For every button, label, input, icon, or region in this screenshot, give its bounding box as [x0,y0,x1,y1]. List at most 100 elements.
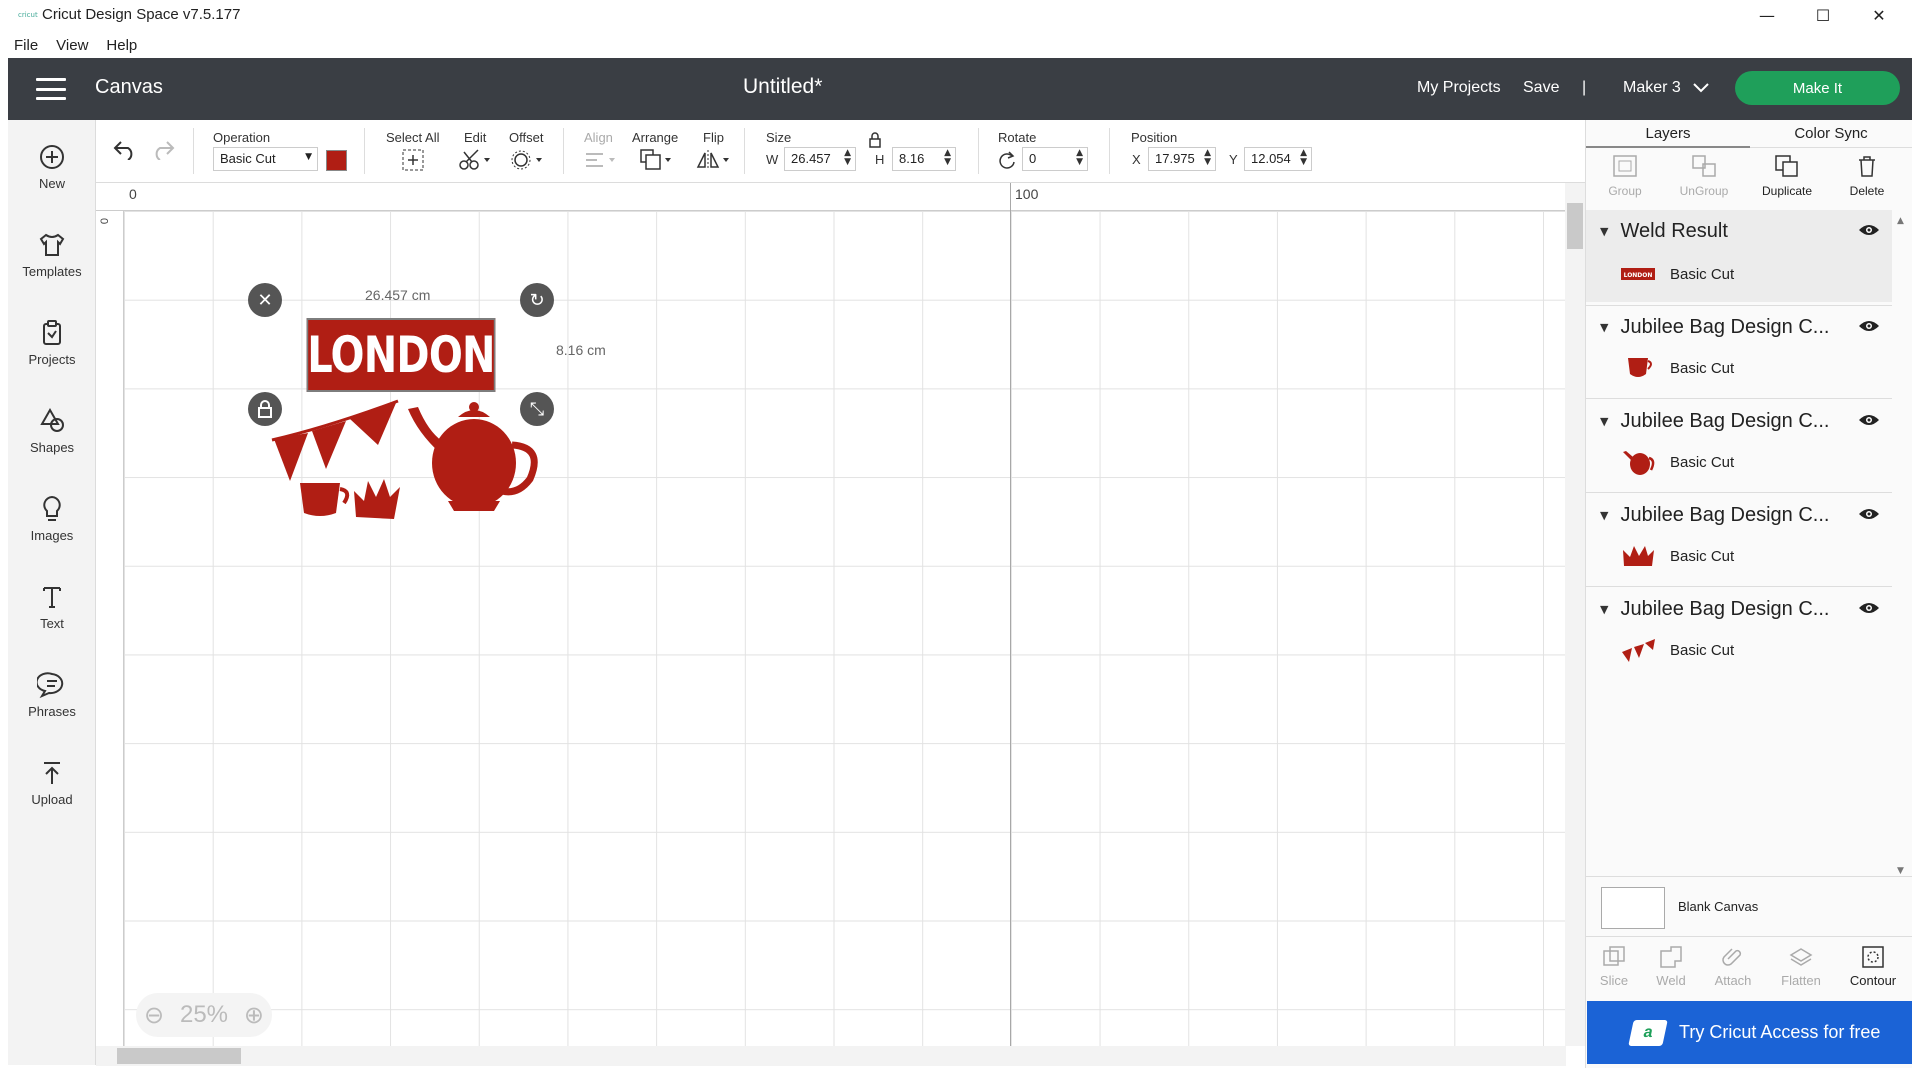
eye-icon[interactable] [1858,600,1880,616]
sidebar-item-phrases[interactable]: Phrases [8,652,96,736]
maximize-button[interactable]: ☐ [1795,0,1851,30]
layer-operation: Basic Cut [1670,642,1735,659]
layer-name: Jubilee Bag Design C... [1620,409,1830,432]
layer-group-header[interactable]: ▼ Jubilee Bag Design C... [1586,400,1892,442]
crown-shape [354,479,400,519]
menu-help[interactable]: Help [106,37,137,54]
caret-down-icon[interactable]: ▼ [1600,225,1608,238]
eye-icon[interactable] [1858,318,1880,334]
position-x-input[interactable]: 17.975 ▲ ▼ [1148,147,1216,171]
contour-button[interactable]: Contour [1842,945,1904,988]
sidebar-item-text[interactable]: Text [8,564,96,648]
eye-icon[interactable] [1858,222,1880,238]
weld-button[interactable]: Weld [1640,945,1702,988]
stepper-icon[interactable]: ▲ ▼ [1076,149,1083,167]
sidebar-item-shapes[interactable]: Shapes [8,388,96,472]
arrange-icon[interactable] [639,148,673,172]
speech-bubble-icon [37,671,64,698]
zoom-in-icon[interactable]: ⊕ [244,1001,264,1030]
scroll-up-icon[interactable]: ▲ [1897,216,1904,226]
attach-button[interactable]: Attach [1702,945,1764,988]
stepper-icon[interactable]: ▲ ▼ [1300,149,1307,167]
save-link[interactable]: Save [1523,79,1559,97]
layer-item[interactable]: Basic Cut [1586,440,1892,484]
slice-button[interactable]: Slice [1583,945,1645,988]
rotate-input[interactable]: 0 ▲ ▼ [1022,147,1088,171]
london-banner-design[interactable]: LONDON [306,318,496,392]
sidebar-item-projects[interactable]: Projects [8,300,96,384]
layer-operation: Basic Cut [1670,454,1735,471]
offset-icon[interactable] [510,148,544,172]
layer-group-header[interactable]: ▼ Weld Result [1586,210,1892,252]
layer-item[interactable]: Basic Cut [1586,346,1892,390]
menu-view[interactable]: View [56,37,88,54]
sidebar-label: Images [30,527,74,543]
undo-icon[interactable] [112,138,138,160]
sidebar-item-new[interactable]: New [8,124,96,208]
horizontal-scrollbar-thumb[interactable] [117,1048,241,1064]
caret-down-icon[interactable]: ▼ [1600,509,1608,522]
flatten-button[interactable]: Flatten [1770,945,1832,988]
blank-canvas-swatch[interactable] [1601,887,1665,929]
position-y-input[interactable]: 12.054 ▲ ▼ [1244,147,1312,171]
rotate-icon [999,151,1015,169]
sidebar-item-templates[interactable]: Templates [8,212,96,296]
stepper-icon[interactable]: ▲ ▼ [944,149,951,167]
offset-label: Offset [509,130,544,145]
layer-item[interactable]: LONDON Basic Cut [1586,252,1892,296]
machine-selector[interactable]: Maker 3 [1623,79,1681,97]
y-prefix: Y [1229,152,1238,167]
scroll-down-icon[interactable]: ▼ [1897,866,1904,876]
zoom-out-icon[interactable]: ⊖ [144,1001,164,1030]
vertical-scrollbar-thumb[interactable] [1567,203,1583,249]
layer-group-header[interactable]: ▼ Jubilee Bag Design C... [1586,306,1892,348]
layer-item[interactable]: Basic Cut [1586,534,1892,578]
chevron-down-icon[interactable] [1693,83,1709,93]
ruler-tick-label: 100 [1015,186,1039,202]
rotate-handle-icon[interactable]: ↻ [520,283,554,317]
tab-layers[interactable]: Layers [1586,120,1750,148]
layer-group-header[interactable]: ▼ Jubilee Bag Design C... [1586,494,1892,536]
layers-scrollbar[interactable]: ▲ ▼ [1892,216,1912,876]
height-input[interactable]: 8.16 ▲ ▼ [892,147,956,171]
my-projects-link[interactable]: My Projects [1417,79,1501,97]
tab-color-sync[interactable]: Color Sync [1750,120,1912,148]
jubilee-design-illustration[interactable] [268,395,548,525]
make-it-button[interactable]: Make It [1735,71,1900,105]
eye-icon[interactable] [1858,506,1880,522]
eye-icon[interactable] [1858,412,1880,428]
select-all-icon[interactable] [401,148,425,172]
group-button[interactable]: Group [1586,154,1664,198]
menu-file[interactable]: File [14,37,38,54]
edit-scissors-icon[interactable] [458,148,492,172]
stepper-icon[interactable]: ▲ ▼ [1204,149,1211,167]
window-title-bar: cricut Cricut Design Space v7.5.177 — ☐ … [0,0,1912,32]
operation-color-swatch[interactable] [326,150,347,171]
horizontal-scrollbar[interactable] [96,1046,1566,1066]
lock-aspect-icon[interactable] [868,132,882,148]
layer-name: Jubilee Bag Design C... [1620,315,1830,338]
redo-icon[interactable] [150,138,176,160]
close-window-button[interactable]: ✕ [1851,0,1907,30]
duplicate-button[interactable]: Duplicate [1748,154,1826,198]
caret-down-icon[interactable]: ▼ [1600,321,1608,334]
vertical-scrollbar[interactable] [1565,183,1585,1046]
caret-down-icon[interactable]: ▼ [1600,415,1608,428]
hamburger-menu-icon[interactable] [36,78,66,100]
delete-handle-icon[interactable]: ✕ [248,283,282,317]
minimize-button[interactable]: — [1739,0,1795,30]
document-title[interactable]: Untitled* [743,75,822,99]
layer-group-header[interactable]: ▼ Jubilee Bag Design C... [1586,588,1892,630]
sidebar-item-upload[interactable]: Upload [8,740,96,824]
caret-down-icon[interactable]: ▼ [1600,603,1608,616]
stepper-icon[interactable]: ▲ ▼ [844,149,851,167]
ungroup-button[interactable]: UnGroup [1665,154,1743,198]
width-input[interactable]: 26.457 ▲ ▼ [784,147,856,171]
delete-button[interactable]: Delete [1828,154,1906,198]
arrange-label: Arrange [632,130,679,145]
flip-icon[interactable] [696,148,732,172]
layer-item[interactable]: Basic Cut [1586,628,1892,672]
operation-select[interactable]: Basic Cut ▼ [213,147,318,171]
cricut-access-banner[interactable]: a Try Cricut Access for free [1587,1001,1912,1064]
sidebar-item-images[interactable]: Images [8,476,96,560]
